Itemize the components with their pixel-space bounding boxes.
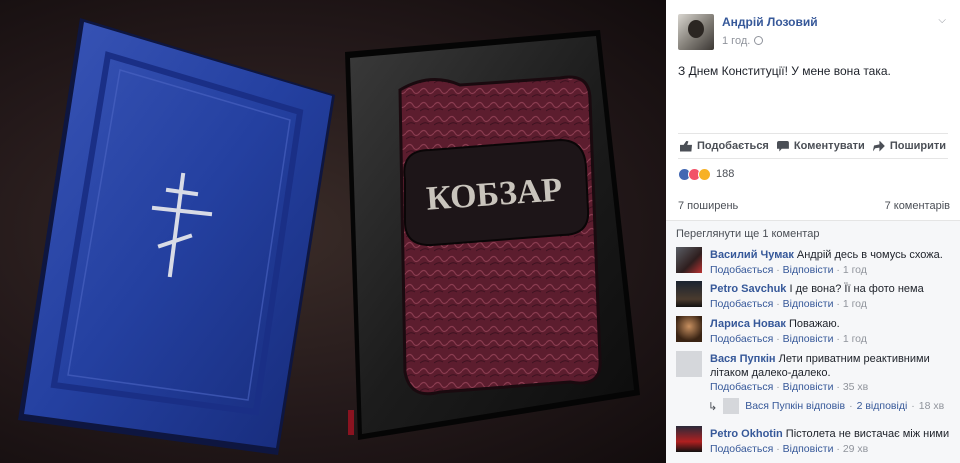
comment-text: Андрій десь в чомусь схожа.: [796, 249, 943, 261]
comment-reply-link[interactable]: Відповісти: [783, 443, 834, 455]
post-timestamp[interactable]: 1 год.: [722, 35, 750, 47]
comment-text: І де вона? Її на фото нема: [789, 283, 924, 295]
comment-like-link[interactable]: Подобається: [710, 298, 773, 310]
share-button[interactable]: Поширити: [872, 140, 946, 152]
comment-author[interactable]: Василий Чумак: [710, 249, 794, 261]
comments-section: Переглянути ще 1 коментар Василий Чумак …: [666, 220, 960, 463]
comment-text: Пістолета не вистачає між ними: [785, 428, 950, 440]
books-photo: КОБЗАР: [18, 18, 640, 455]
comment-like-link[interactable]: Подобається: [710, 264, 773, 276]
comment-time[interactable]: 35 хв: [843, 381, 868, 393]
like-label: Подобається: [697, 140, 769, 152]
reply-author-link[interactable]: Вася Пупкін відповів: [745, 400, 845, 412]
shares-count[interactable]: 7 поширень: [678, 200, 738, 212]
post-counts: 7 поширень 7 коментарів: [678, 200, 950, 212]
thumbs-up-icon: [680, 140, 692, 152]
comment-reply-link[interactable]: Відповісти: [783, 264, 834, 276]
post-text: З Днем Конституції! У мене вона така.: [678, 64, 891, 78]
comment-meta: Подобається · Відповісти · 1 год: [710, 264, 867, 276]
comment-meta: Подобається · Відповісти · 1 год: [710, 333, 867, 345]
reaction-count: 188: [716, 168, 735, 180]
avatar[interactable]: [676, 247, 702, 273]
comment-text: Поважаю.: [788, 318, 840, 330]
comment-meta: Подобається · Відповісти · 35 хв: [710, 381, 869, 393]
author-avatar[interactable]: [678, 14, 714, 50]
comment-reply-link[interactable]: Відповісти: [783, 381, 834, 393]
post-photo[interactable]: КОБЗАР: [0, 0, 666, 463]
author-name[interactable]: Андрій Лозовий: [722, 15, 818, 29]
post-header: Андрій Лозовий 1 год. ⌵: [666, 0, 960, 56]
haha-reaction-icon: [698, 167, 711, 181]
comment-author[interactable]: Лариса Новак: [710, 318, 786, 330]
comments-count[interactable]: 7 коментарів: [885, 200, 950, 212]
comment-meta: Подобається · Відповісти · 29 хв: [710, 443, 869, 455]
comment-like-link[interactable]: Подобається: [710, 381, 773, 393]
comment-icon: [776, 140, 789, 152]
comment-like-link[interactable]: Подобається: [710, 333, 773, 345]
avatar: [723, 398, 740, 414]
avatar[interactable]: [676, 426, 702, 452]
replies-count-link[interactable]: 2 відповіді: [857, 400, 908, 412]
view-more-comments-link[interactable]: Переглянути ще 1 коментар: [676, 228, 819, 240]
share-label: Поширити: [889, 140, 946, 152]
kobzar-book: КОБЗАР: [345, 30, 640, 440]
comment-time[interactable]: 1 год: [843, 264, 867, 276]
like-button[interactable]: Подобається: [680, 140, 769, 152]
comment-reply-link[interactable]: Відповісти: [783, 333, 834, 345]
replies-row[interactable]: ↳ Вася Пупкін відповів · 2 відповіді · 1…: [708, 398, 944, 414]
avatar[interactable]: [676, 281, 702, 307]
comment-author[interactable]: Вася Пупкін: [710, 353, 776, 365]
comment-button[interactable]: Коментувати: [776, 140, 865, 152]
blue-book: [18, 18, 335, 455]
comment-author[interactable]: Petro Savchuk: [710, 283, 786, 295]
comment-label: Коментувати: [793, 140, 865, 152]
share-icon: [872, 140, 885, 152]
avatar[interactable]: [676, 351, 702, 377]
comment-time[interactable]: 1 год: [843, 298, 867, 310]
reply-time[interactable]: 18 хв: [919, 400, 944, 412]
avatar[interactable]: [676, 316, 702, 342]
post-actions: Подобається Коментувати Поширити: [678, 133, 948, 159]
comment-like-link[interactable]: Подобається: [710, 443, 773, 455]
comment-author[interactable]: Petro Okhotin: [710, 428, 783, 440]
reactions-summary[interactable]: 188: [678, 166, 734, 182]
post-panel: Андрій Лозовий 1 год. ⌵ З Днем Конституц…: [666, 0, 960, 463]
comment-meta: Подобається · Відповісти · 1 год: [710, 298, 867, 310]
comment-time[interactable]: 1 год: [843, 333, 867, 345]
reply-arrow-icon: ↳: [708, 400, 718, 413]
comment-time[interactable]: 29 хв: [843, 443, 868, 455]
comment-reply-link[interactable]: Відповісти: [783, 298, 834, 310]
globe-icon: [754, 36, 763, 45]
chevron-down-icon[interactable]: ⌵: [938, 15, 946, 26]
